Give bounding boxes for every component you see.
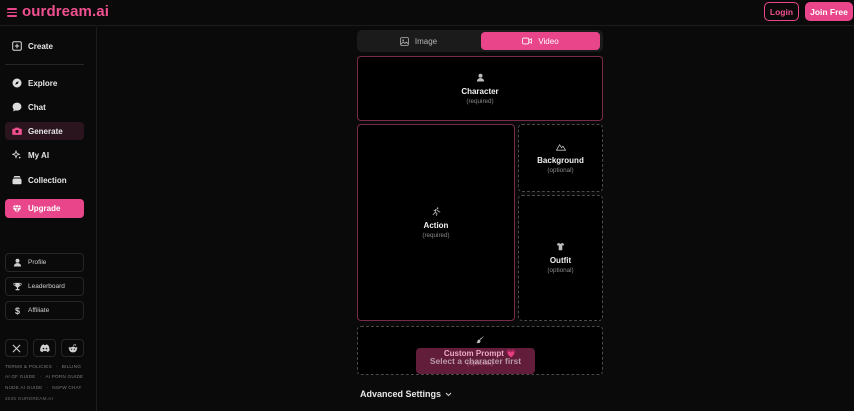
- tab-video[interactable]: Video: [481, 32, 600, 50]
- x-social-button[interactable]: [5, 339, 28, 357]
- tab-image[interactable]: Image: [359, 32, 478, 50]
- shirt-icon: [556, 242, 565, 251]
- copyright: 2025 OURDREAM.AI: [5, 396, 54, 401]
- reddit-social-button[interactable]: [61, 339, 84, 357]
- sidebar-item-label: Chat: [28, 102, 46, 112]
- logo[interactable]: ourdream.ai: [22, 3, 109, 20]
- sidebar-item-chat[interactable]: Chat: [5, 98, 84, 116]
- card-subtitle: (required): [466, 97, 494, 105]
- running-figure-icon: [432, 206, 441, 216]
- action-card[interactable]: Action (required): [357, 124, 515, 321]
- diamond-icon: [12, 204, 22, 214]
- card-title: Character: [461, 86, 499, 96]
- sidebar-item-label: Create: [28, 41, 53, 51]
- tab-label: Image: [414, 36, 438, 46]
- sidebar-item-label: Explore: [28, 78, 58, 88]
- card-subtitle: (optional): [547, 267, 574, 274]
- video-camera-icon: [522, 37, 533, 45]
- sidebar-item-create[interactable]: Create: [5, 37, 84, 55]
- advanced-settings-toggle[interactable]: Advanced Settings: [360, 389, 452, 399]
- dollar-icon: $: [14, 305, 20, 316]
- media-type-tabs: Image Video: [357, 30, 603, 52]
- folder-icon: [12, 175, 22, 185]
- sidebar-item-label: Generate: [28, 126, 63, 136]
- sidebar-item-collection[interactable]: Collection: [5, 171, 84, 189]
- sidebar-item-label: Leaderboard: [28, 283, 65, 290]
- character-card[interactable]: Character (required): [357, 56, 603, 121]
- outfit-card[interactable]: Outfit (optional): [518, 195, 603, 321]
- footer-links-row: AI GF GUIDE · AI PORN GUIDE: [5, 374, 84, 379]
- camera-icon: [12, 126, 22, 136]
- chat-bubble-icon: [12, 102, 22, 112]
- select-character-first-overlay[interactable]: Select a character first: [416, 348, 535, 374]
- hamburger-menu-icon[interactable]: [7, 8, 17, 17]
- sidebar-item-label: Profile: [28, 259, 47, 266]
- top-bar: ourdream.ai Login Join Free: [0, 0, 854, 26]
- trophy-icon: [13, 282, 22, 291]
- sparkle-icon: [12, 150, 22, 160]
- ai-gf-guide-link[interactable]: AI GF GUIDE: [5, 374, 36, 379]
- ai-porn-guide-link[interactable]: AI PORN GUIDE: [45, 374, 83, 379]
- terms-link[interactable]: TERMS & POLICIES: [5, 364, 52, 369]
- tab-label: Video: [538, 36, 559, 46]
- sidebar-item-profile[interactable]: Profile: [5, 253, 84, 272]
- sidebar-item-leaderboard[interactable]: Leaderboard: [5, 277, 84, 296]
- chevron-down-icon: [445, 392, 452, 397]
- discord-icon: [39, 343, 50, 353]
- card-title: Action: [423, 220, 449, 230]
- user-icon: [476, 73, 485, 82]
- advanced-settings-label: Advanced Settings: [360, 389, 442, 399]
- upgrade-button[interactable]: Upgrade: [5, 199, 84, 218]
- billing-link[interactable]: BILLING: [62, 364, 81, 369]
- sidebar: Create Explore Chat Generate My AI Colle…: [0, 27, 97, 411]
- card-title: Background: [537, 155, 584, 165]
- sidebar-item-label: Affiliate: [28, 307, 50, 314]
- card-subtitle: (optional): [547, 166, 574, 174]
- login-button[interactable]: Login: [764, 2, 799, 21]
- sidebar-item-my-ai[interactable]: My AI: [5, 146, 84, 164]
- discord-social-button[interactable]: [33, 339, 56, 357]
- mountain-icon: [555, 143, 566, 151]
- nude-ai-guide-link[interactable]: NUDE AI GUIDE: [5, 385, 43, 390]
- nsfw-chat-link[interactable]: NSFW CHAT: [52, 385, 81, 390]
- footer-links-row: NUDE AI GUIDE · NSFW CHAT: [5, 385, 82, 390]
- image-icon: [400, 36, 409, 46]
- paintbrush-icon: [476, 335, 485, 344]
- x-icon: [12, 344, 21, 353]
- upgrade-label: Upgrade: [28, 204, 61, 213]
- sidebar-item-generate[interactable]: Generate: [5, 122, 84, 140]
- sidebar-divider: [5, 64, 84, 65]
- card-title: Outfit: [549, 256, 572, 265]
- compass-icon: [12, 78, 22, 88]
- join-free-button[interactable]: Join Free: [805, 2, 853, 21]
- sidebar-item-label: Collection: [28, 175, 67, 185]
- sidebar-item-explore[interactable]: Explore: [5, 74, 84, 92]
- reddit-icon: [68, 343, 78, 353]
- plus-square-icon: [12, 41, 22, 51]
- footer-links-row: TERMS & POLICIES · BILLING: [5, 364, 82, 369]
- user-icon: [13, 258, 22, 267]
- background-card[interactable]: Background (optional): [518, 124, 603, 192]
- card-subtitle: (required): [422, 231, 450, 239]
- sidebar-item-label: My AI: [28, 150, 50, 160]
- sidebar-item-affiliate[interactable]: $ Affiliate: [5, 301, 84, 320]
